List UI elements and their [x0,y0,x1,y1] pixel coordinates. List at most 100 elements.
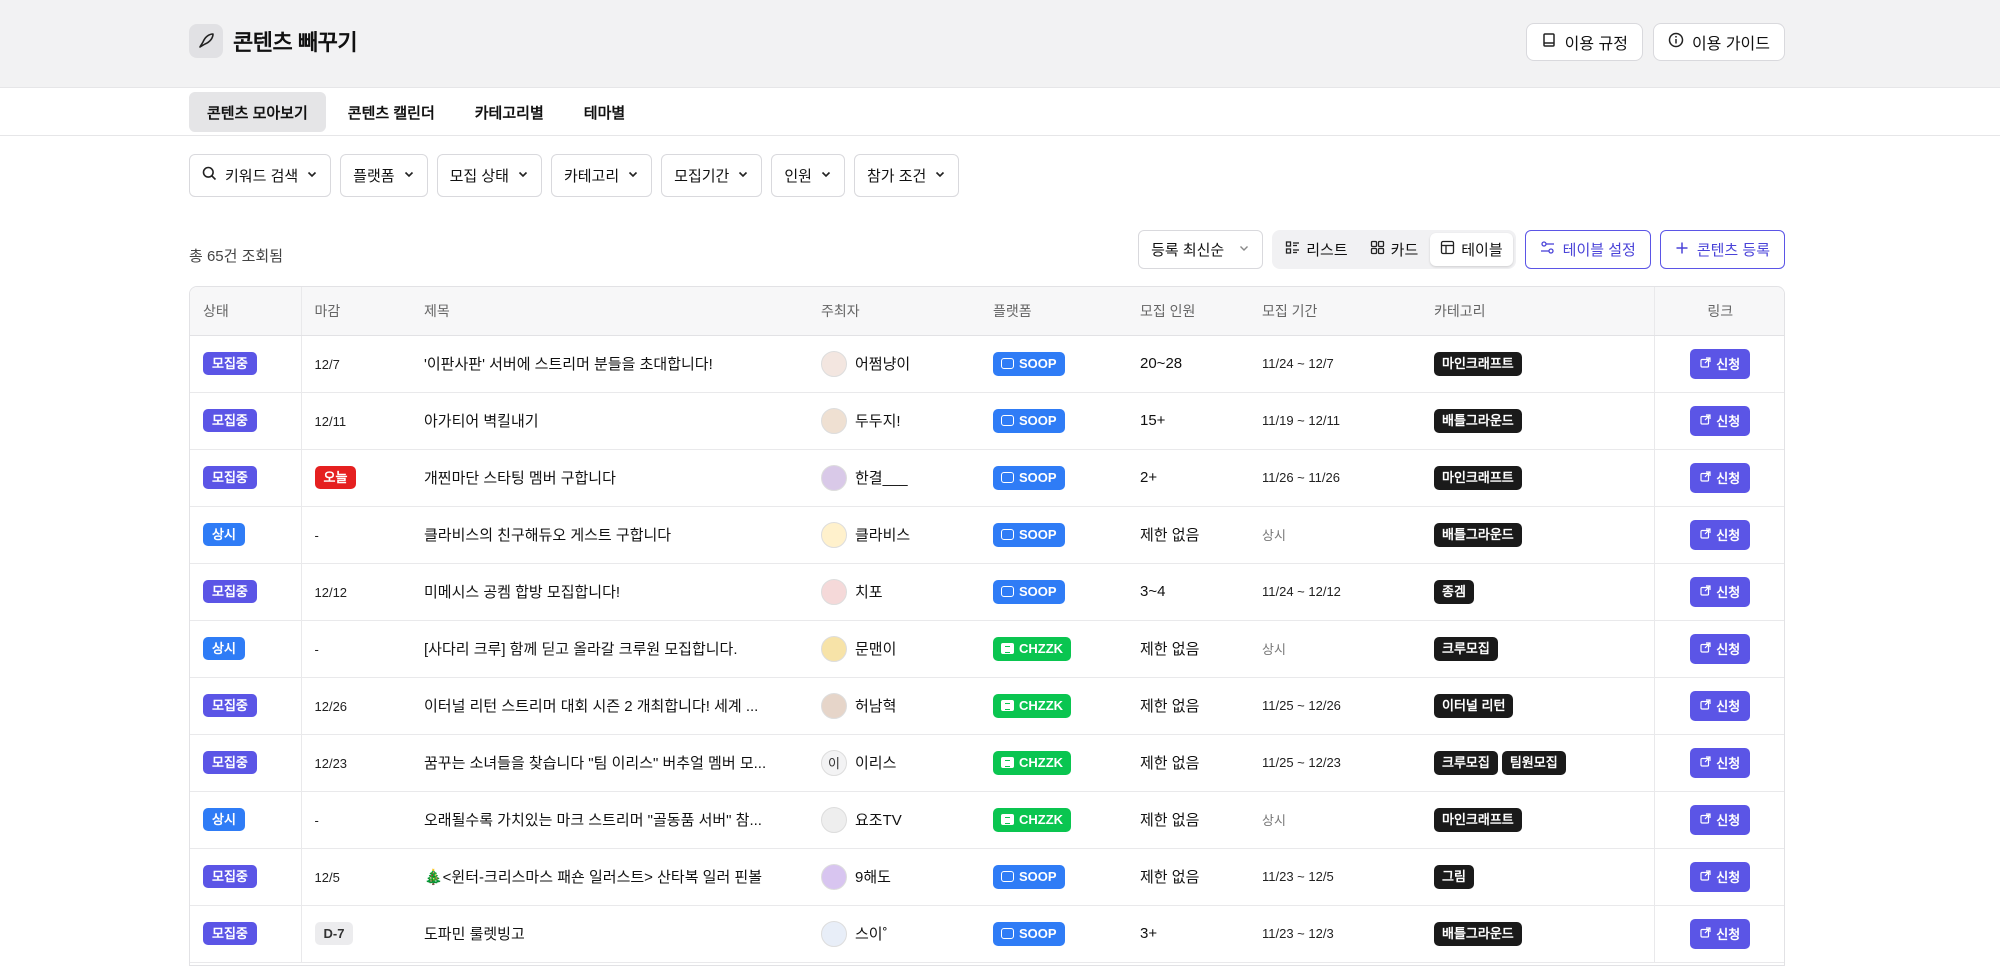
rules-button[interactable]: 이용 규정 [1525,23,1643,61]
view-list-button[interactable]: 리스트 [1275,233,1357,266]
link-cell: 신청 [1653,563,1784,621]
platform-badge: SOOP [993,351,1065,376]
title-cell[interactable]: 도파민 룰렛빙고 [411,905,808,963]
period-cell: 11/24 ~ 12/7 [1249,335,1421,393]
title-cell[interactable]: 오래될수록 가치있는 마크 스트리머 "골동품 서버" 참... [411,791,808,849]
rules-label: 이용 규정 [1564,36,1628,53]
members-cell: 제한 없음 [1127,848,1249,906]
host-cell: 요조TV [808,791,980,849]
header-title[interactable]: 제목 [411,287,808,336]
table-row[interactable]: 모집중 12/23 꿈꾸는 소녀들을 찾습니다 "팀 이리스" 버추얼 멤버 모… [190,734,1784,792]
platform-badge: SOOP [993,579,1065,604]
category-filter[interactable]: 카테고리 [550,154,653,197]
tab-content-calendar[interactable]: 콘텐츠 캘린더 [330,92,453,132]
tab-by-category[interactable]: 카테고리별 [457,92,562,132]
title-cell[interactable]: 🎄<윈터-크리스마스 패숀 일러스트> 산타복 일러 핀볼 [411,848,808,906]
header-period[interactable]: 모집 기간 [1249,287,1421,336]
register-label: 콘텐츠 등록 [1696,242,1770,259]
apply-button[interactable]: 신청 [1690,918,1751,949]
apply-button[interactable]: 신청 [1690,576,1751,607]
apply-button[interactable]: 신청 [1690,690,1751,721]
status-badge: 모집중 [203,409,257,432]
members-cell: 15+ [1127,392,1249,450]
apply-button[interactable]: 신청 [1690,519,1751,550]
status-badge: 모집중 [203,751,257,774]
apply-button[interactable]: 신청 [1690,633,1751,664]
guide-button[interactable]: 이용 가이드 [1652,23,1785,61]
host-name: 어쩜냥이 [855,356,911,373]
platform-badge: SOOP [993,522,1065,547]
table-row[interactable]: 모집중 12/7 '이판사판' 서버에 스트리머 분들을 초대합니다! 어쩜냥이… [190,335,1784,393]
header-platform[interactable]: 플랫폼 [980,287,1127,336]
table-row[interactable]: 모집중 12/11 아가티어 벽킬내기 두두지! SOOP 15+ 11/19 … [190,392,1784,450]
deadline-text: - [314,527,319,543]
table-row[interactable]: 상시 - 클라비스의 친구해듀오 게스트 구합니다 클라비스 SOOP 제한 없… [190,506,1784,564]
members-cell: 제한 없음 [1127,620,1249,678]
title-cell[interactable]: [사다리 크루] 함께 딛고 올라갈 크루원 모집합니다. [411,620,808,678]
recruit-status-filter[interactable]: 모집 상태 [436,154,542,197]
host-cell: 이 이리스 [808,734,980,792]
table-row[interactable]: 모집중 12/12 미메시스 공켐 합방 모집합니다! 치포 SOOP 3~4 … [190,563,1784,621]
status-badge: 상시 [203,637,245,660]
apply-button[interactable]: 신청 [1690,348,1751,379]
filter-label: 인원 [784,168,812,185]
period-cell: 상시 [1249,506,1421,564]
category-cell: 종겜 [1421,563,1654,621]
status-cell: 모집중 [190,848,302,906]
platform-filter[interactable]: 플랫폼 [340,154,428,197]
header-host[interactable]: 주최자 [808,287,980,336]
table-row[interactable]: 모집중 D-7 도파민 룰렛빙고 스이˚ SOOP 3+ 11/23 ~ 12/… [190,905,1784,963]
apply-button[interactable]: 신청 [1690,462,1751,493]
plus-icon [1675,241,1689,259]
view-table-button[interactable]: 테이블 [1430,233,1513,266]
title-cell[interactable]: 개찐마단 스타팅 멤버 구합니다 [411,449,808,507]
host-name: 허남혁 [855,698,897,715]
table-row[interactable]: 상시 - [사다리 크루] 함께 딛고 올라갈 크루원 모집합니다. 문맨이 C… [190,620,1784,678]
title-cell[interactable]: 클라비스의 친구해듀오 게스트 구합니다 [411,506,808,564]
table-row[interactable]: 모집중 12/5 🎄<윈터-크리스마스 패숀 일러스트> 산타복 일러 핀볼 9… [190,848,1784,906]
avatar [821,407,847,434]
tab-content-collection[interactable]: 콘텐츠 모아보기 [189,92,326,132]
apply-button[interactable]: 신청 [1690,405,1751,436]
view-card-button[interactable]: 카드 [1360,233,1429,266]
title-cell[interactable]: 미메시스 공켐 합방 모집합니다! [411,563,808,621]
status-badge: 모집중 [203,580,257,603]
header-status[interactable]: 상태 [190,287,302,336]
table-row[interactable]: 모집중 오늘 개찐마단 스타팅 멤버 구합니다 한결___ SOOP 2+ 11… [190,449,1784,507]
apply-button[interactable]: 신청 [1690,747,1751,778]
register-content-button[interactable]: 콘텐츠 등록 [1659,230,1785,269]
apply-button[interactable]: 신청 [1690,861,1751,892]
header-deadline[interactable]: 마감 [301,287,411,336]
deadline-text: 12/5 [314,869,340,885]
top-actions: 이용 규정 이용 가이드 [1525,23,1785,61]
header-members[interactable]: 모집 인원 [1127,287,1249,336]
category-cell: 크루모집 팀원모집 [1421,734,1654,792]
header-category[interactable]: 카테고리 [1421,287,1654,336]
title-cell[interactable]: 아가티어 벽킬내기 [411,392,808,450]
table-settings-button[interactable]: 테이블 설정 [1524,230,1651,269]
recruit-period-filter[interactable]: 모집기간 [661,154,763,197]
table-row[interactable]: 상시 - 오래될수록 가치있는 마크 스트리머 "골동품 서버" 참... 요조… [190,791,1784,849]
platform-cell: CHZZK [980,791,1127,849]
chzzk-logo-icon [1001,700,1014,711]
platform-label: SOOP [1019,926,1057,941]
tab-by-theme[interactable]: 테마별 [566,92,643,132]
link-cell: 신청 [1653,848,1784,906]
status-cell: 모집중 [190,449,302,507]
apply-button[interactable]: 신청 [1690,804,1751,835]
title-cell[interactable]: 이터널 리턴 스트리머 대회 시즌 2 개최합니다! 세계 ... [411,677,808,735]
title-cell[interactable]: 꿈꾸는 소녀들을 찾습니다 "팀 이리스" 버추얼 멤버 모... [411,734,808,792]
avatar [821,692,847,719]
platform-label: CHZZK [1019,698,1064,713]
sort-select[interactable]: 등록 최신순 [1138,230,1264,269]
participation-filter[interactable]: 참가 조건 [853,154,960,197]
table-row[interactable]: 모집중 12/26 이터널 리턴 스트리머 대회 시즌 2 개최합니다! 세계 … [190,677,1784,735]
host-name: 클라비스 [855,527,911,544]
deadline-cell: D-7 [301,905,411,963]
title-cell[interactable]: '이판사판' 서버에 스트리머 분들을 초대합니다! [411,335,808,393]
deadline-cell: - [301,506,411,564]
brand[interactable]: 콘텐츠 빼꾸기 [189,24,358,58]
members-filter[interactable]: 인원 [771,154,845,197]
keyword-search-filter[interactable]: 키워드 검색 [189,154,332,197]
external-link-icon [1700,698,1711,713]
